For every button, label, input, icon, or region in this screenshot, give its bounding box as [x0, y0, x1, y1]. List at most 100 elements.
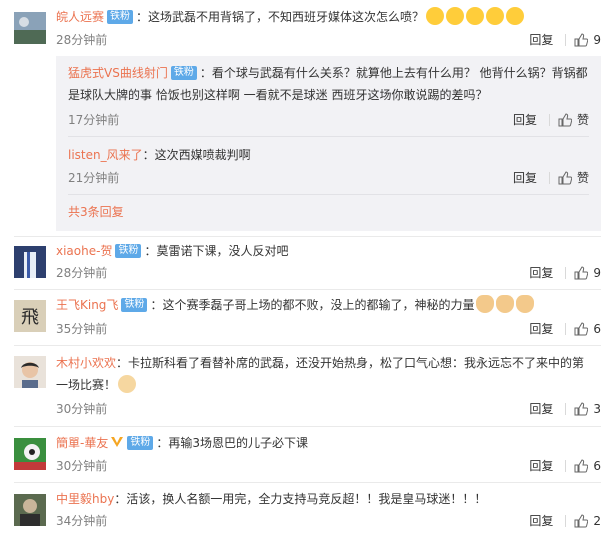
- avatar[interactable]: [14, 494, 46, 526]
- thumbs-up-icon: [558, 113, 572, 127]
- divider: [565, 323, 567, 335]
- reply-button[interactable]: 回复: [529, 265, 553, 281]
- divider: [14, 482, 601, 483]
- fan-badge: 铁粉: [121, 298, 148, 312]
- divider: [565, 515, 567, 527]
- fan-badge: 铁粉: [107, 10, 134, 24]
- comment-body: ：这个赛季磊子哥上场的都不败，没上的都输了，神秘的力量: [150, 298, 475, 312]
- comment-item: 中里毅hby：活该，换人名额一用完，全力支持马竞反超！！我是皇马球迷！！！ 34…: [0, 488, 609, 537]
- like-button[interactable]: 2: [574, 513, 601, 529]
- thumbs-up-icon: [574, 33, 589, 47]
- comment-actions: 回复 9: [529, 32, 601, 48]
- comment-time: 28分钟前: [56, 266, 108, 280]
- like-button[interactable]: 赞: [558, 112, 589, 128]
- divider: [68, 136, 589, 137]
- like-button[interactable]: 赞: [558, 170, 589, 186]
- fan-badge: 铁粉: [115, 244, 142, 258]
- laugh-emoji-icon: [424, 7, 525, 25]
- comment-text: 皖人远赛 铁粉 ：这场武磊不用背锅了，不知西班牙媒体这次怎么喷？: [56, 6, 595, 28]
- thumbs-up-icon: [558, 171, 572, 185]
- comment-author-link[interactable]: xiaohe-贺: [56, 244, 112, 258]
- reply-button[interactable]: 回复: [513, 170, 537, 186]
- reply-button[interactable]: 回复: [529, 321, 553, 337]
- divider: [14, 236, 601, 237]
- avatar[interactable]: [14, 356, 46, 388]
- reply-list: 猛虎式VS曲线射门 铁粉 ：看个球与武磊有什么关系？就算他上去有什么用？ 他背什么锅…: [56, 56, 601, 231]
- like-button[interactable]: 3: [574, 401, 601, 417]
- more-replies-link[interactable]: 共3条回复: [68, 204, 124, 220]
- comment-time: 30分钟前: [56, 402, 108, 416]
- comment-author-link[interactable]: 中里毅hby: [56, 492, 114, 506]
- reply-item: 猛虎式VS曲线射门 铁粉 ：看个球与武磊有什么关系？就算他上去有什么用？ 他背什么锅…: [68, 62, 601, 132]
- thumbs-up-icon: [574, 459, 589, 473]
- like-button[interactable]: 9: [574, 32, 601, 48]
- avatar[interactable]: 飛: [14, 300, 46, 332]
- comment-item: 簡單-華友 铁粉 ：再输3场恩巴的儿子必下课 30分钟前 回复 6: [0, 432, 609, 480]
- comment-time: 30分钟前: [56, 459, 108, 473]
- comment-actions: 回复 9: [529, 265, 601, 281]
- reply-button[interactable]: 回复: [513, 112, 537, 128]
- comment-time: 34分钟前: [56, 514, 108, 528]
- reply-button[interactable]: 回复: [529, 513, 553, 529]
- comment-item: xiaohe-贺 铁粉 ：莫雷诺下课，没人反对吧 28分钟前 回复 9: [0, 240, 609, 286]
- comment-time: 35分钟前: [56, 322, 108, 336]
- like-count: 9: [593, 266, 601, 280]
- comment-body: ：莫雷诺下课，没人反对吧: [144, 244, 289, 258]
- like-button[interactable]: 9: [574, 265, 601, 281]
- like-count: 9: [593, 33, 601, 47]
- fan-badge: 铁粉: [127, 436, 154, 450]
- reply-button[interactable]: 回复: [529, 32, 553, 48]
- comment-text: 木村小欢欢：卡拉斯科看了看替补席的武磊，还没开始热身，松了口气心想：我永远忘不了…: [56, 352, 595, 396]
- comment-author-link[interactable]: 皖人远赛: [56, 10, 104, 24]
- reply-item: listen_风来了：这次西媒喷裁判啊 21分钟前 回复 赞: [68, 144, 601, 186]
- like-count: 2: [593, 514, 601, 528]
- cat-emoji-icon: [474, 295, 535, 313]
- like-label: 赞: [576, 171, 589, 185]
- reply-author-link[interactable]: 猛虎式VS曲线射门: [68, 66, 168, 80]
- comment-actions: 回复 3: [529, 401, 601, 417]
- fan-badge: 铁粉: [170, 66, 197, 80]
- comment-time: 28分钟前: [56, 33, 108, 47]
- vip-icon: [111, 437, 124, 447]
- thumbs-up-icon: [574, 402, 589, 416]
- reply-actions: 回复 赞: [513, 112, 589, 128]
- divider: [565, 34, 567, 46]
- smile-emoji-icon: [118, 375, 137, 393]
- comment-body: ：再输3场恩巴的儿子必下课: [156, 436, 308, 450]
- reply-button[interactable]: 回复: [529, 458, 553, 474]
- avatar[interactable]: [14, 12, 46, 44]
- svg-text:飛: 飛: [21, 307, 39, 328]
- comment-text: 王飞King飞 铁粉 ：这个赛季磊子哥上场的都不败，没上的都输了，神秘的力量: [56, 294, 595, 316]
- comment-author-link[interactable]: 王飞King飞: [56, 298, 118, 312]
- reply-button[interactable]: 回复: [529, 401, 553, 417]
- divider: [565, 403, 567, 415]
- reply-author-link[interactable]: listen_风来了: [68, 148, 143, 162]
- comment-body: ：活该，换人名额一用完，全力支持马竞反超！！我是皇马球迷！！！: [114, 492, 487, 506]
- reply-text: listen_风来了：这次西媒喷裁判啊: [68, 144, 591, 166]
- comment-item: 木村小欢欢：卡拉斯科看了看替补席的武磊，还没开始热身，松了口气心想：我永远忘不了…: [0, 350, 609, 425]
- like-button[interactable]: 6: [574, 321, 601, 337]
- thumbs-up-icon: [574, 322, 589, 336]
- divider: [565, 460, 567, 472]
- divider: [14, 289, 601, 290]
- comment-text: 簡單-華友 铁粉 ：再输3场恩巴的儿子必下课: [56, 432, 595, 454]
- reply-actions: 回复 赞: [513, 170, 589, 186]
- comment-author-link[interactable]: 簡單-華友: [56, 436, 108, 450]
- comment-text: 中里毅hby：活该，换人名额一用完，全力支持马竞反超！！我是皇马球迷！！！: [56, 488, 595, 510]
- avatar[interactable]: [14, 438, 46, 470]
- reply-time: 17分钟前: [68, 113, 120, 127]
- comment-item: 飛 王飞King飞 铁粉 ：这个赛季磊子哥上场的都不败，没上的都输了，神秘的力量 3…: [0, 294, 609, 344]
- comment-text: xiaohe-贺 铁粉 ：莫雷诺下课，没人反对吧: [56, 240, 595, 262]
- comment-body: ：这场武磊不用背锅了，不知西班牙媒体这次怎么喷？: [136, 10, 425, 24]
- thumbs-up-icon: [574, 514, 589, 528]
- reply-time: 21分钟前: [68, 171, 120, 185]
- divider: [14, 345, 601, 346]
- avatar[interactable]: [14, 246, 46, 278]
- comment-actions: 回复 6: [529, 458, 601, 474]
- comment-actions: 回复 2: [529, 513, 601, 529]
- reply-text: 猛虎式VS曲线射门 铁粉 ：看个球与武磊有什么关系？就算他上去有什么用？ 他背什么锅…: [68, 62, 591, 106]
- comment-author-link[interactable]: 木村小欢欢: [56, 356, 116, 370]
- like-count: 6: [593, 459, 601, 473]
- like-button[interactable]: 6: [574, 458, 601, 474]
- thumbs-up-icon: [574, 266, 589, 280]
